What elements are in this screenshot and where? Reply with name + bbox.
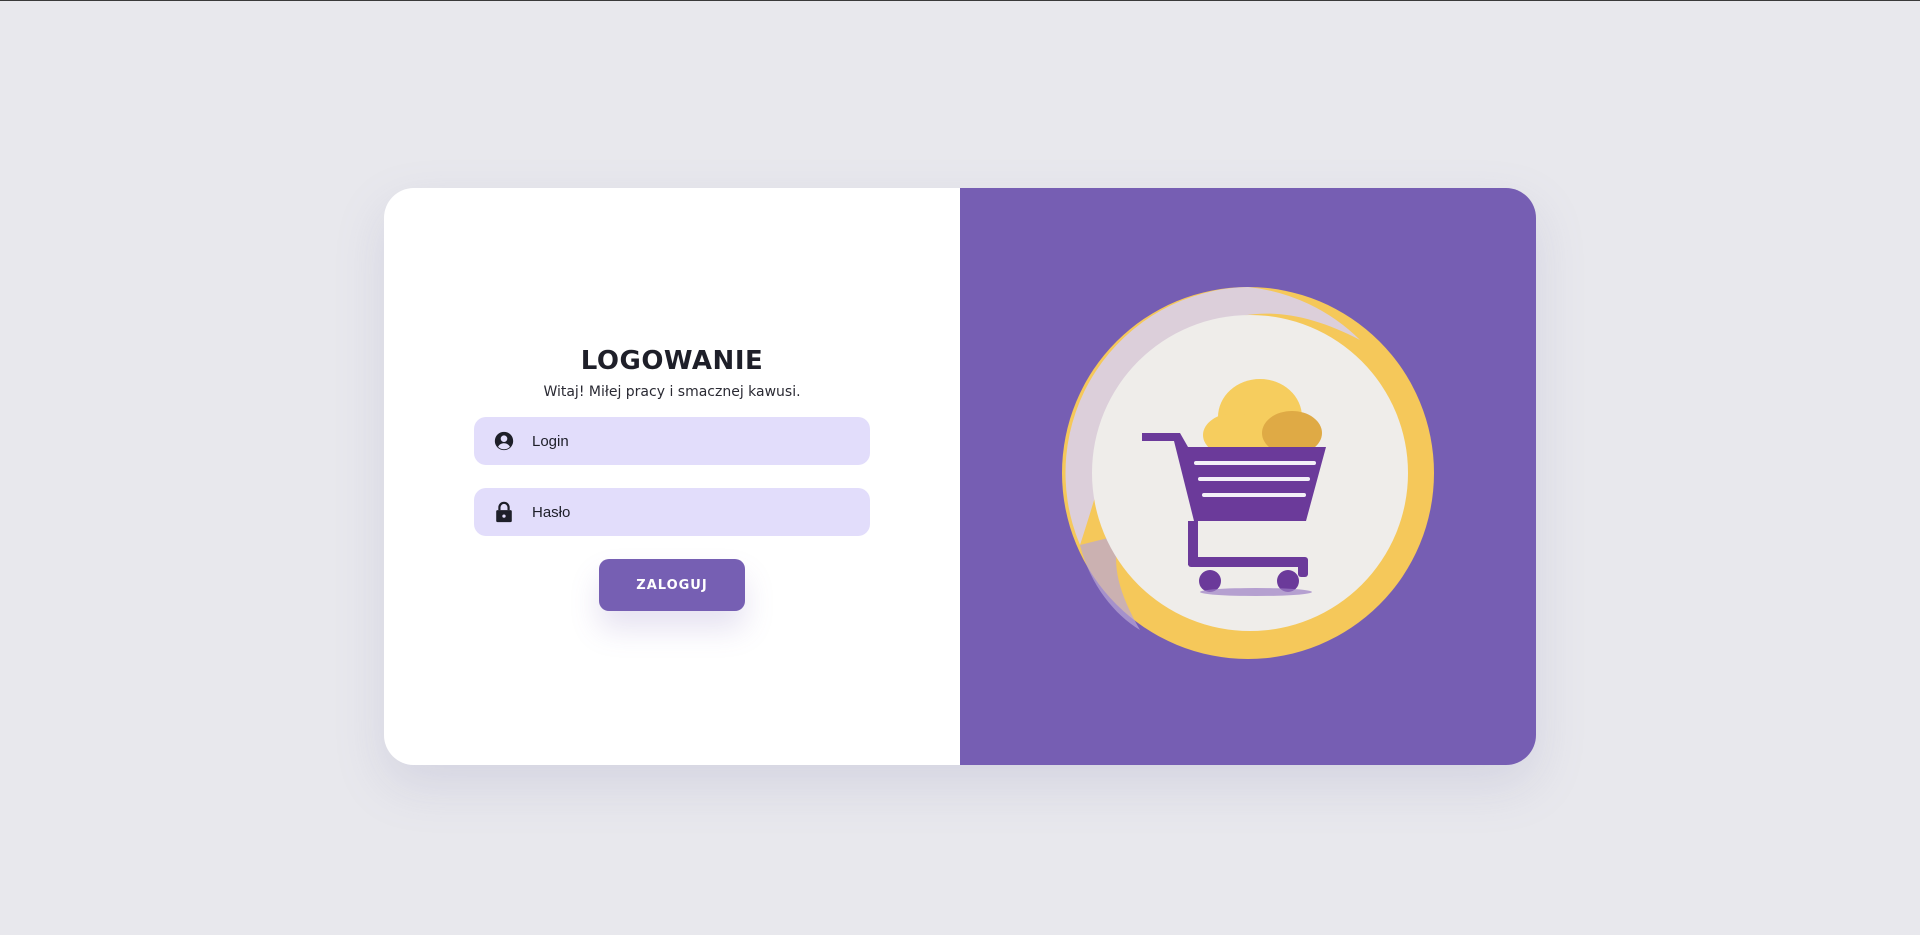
welcome-subtitle: Witaj! Miłej pracy i smacznej kawusi.	[543, 384, 801, 400]
login-field[interactable]	[474, 417, 870, 465]
page-title: LOGOWANIE	[580, 346, 764, 376]
login-card: LOGOWANIE Witaj! Miłej pracy i smacznej …	[384, 188, 1536, 765]
shopping-cart-logo	[1062, 286, 1434, 659]
login-submit-button[interactable]: ZALOGUJ	[599, 559, 745, 611]
login-input[interactable]	[532, 417, 852, 465]
illustration-panel	[960, 188, 1536, 765]
user-circle-icon	[493, 430, 515, 452]
password-field[interactable]	[474, 488, 870, 536]
login-form-panel: LOGOWANIE Witaj! Miłej pracy i smacznej …	[384, 188, 960, 765]
lock-icon	[493, 501, 515, 523]
password-input[interactable]	[532, 488, 852, 536]
